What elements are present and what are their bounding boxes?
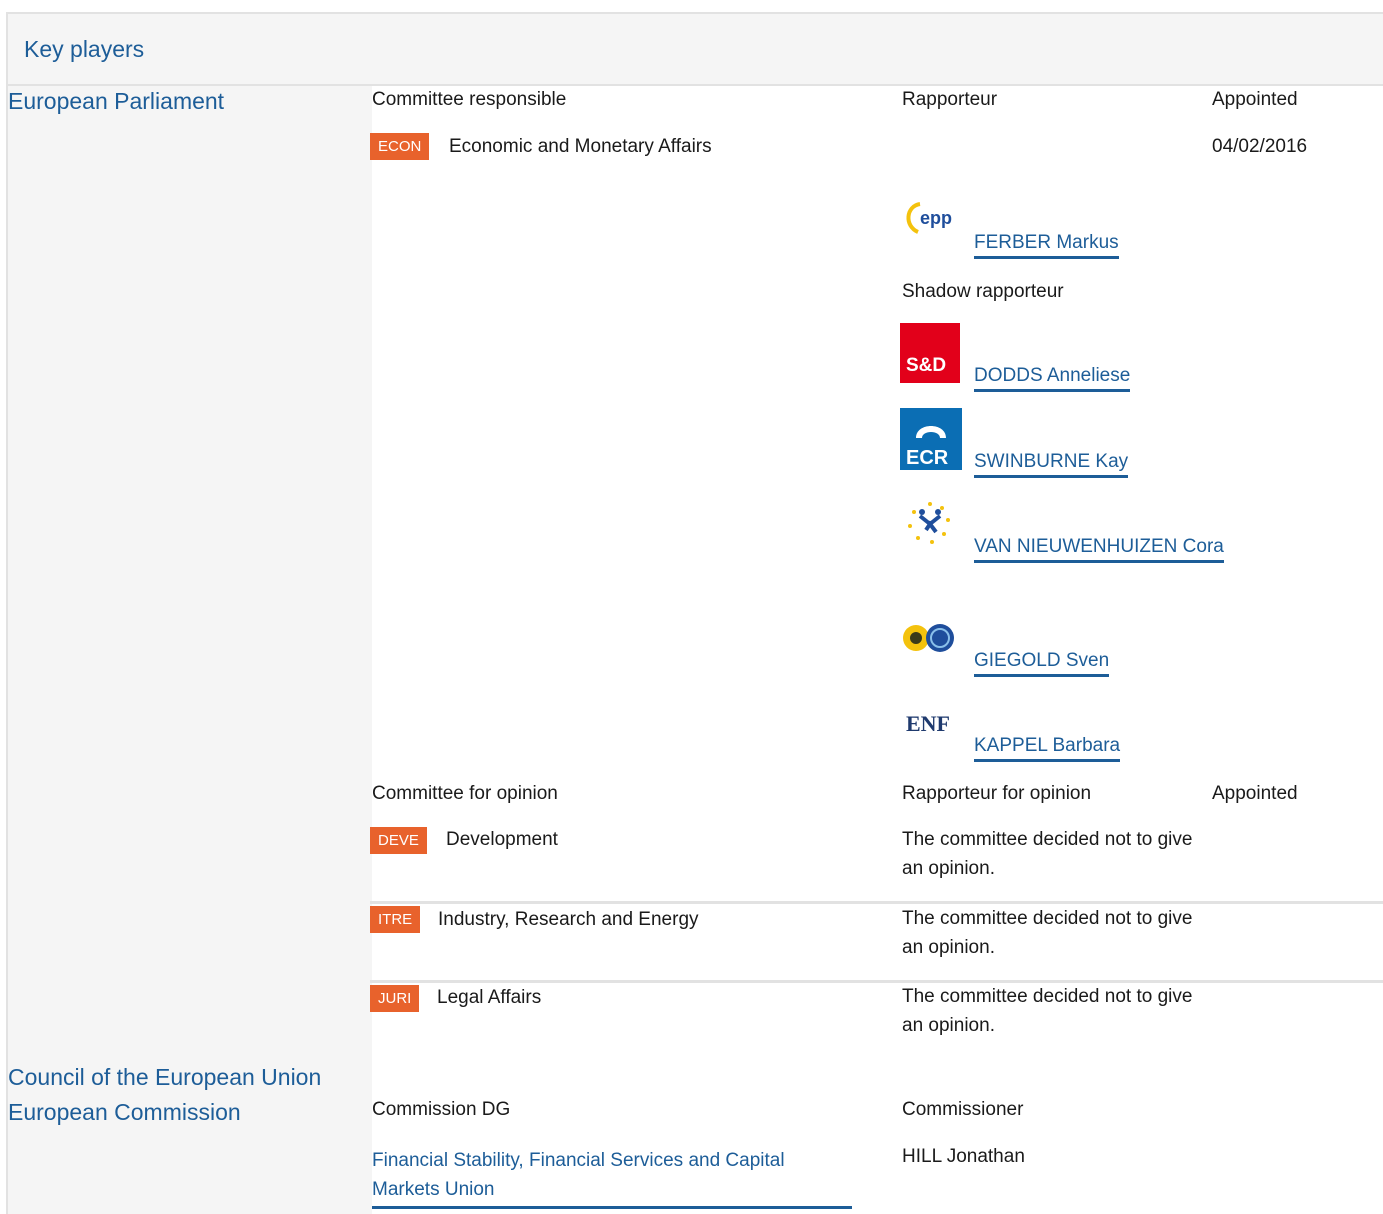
row-divider (370, 980, 1383, 983)
col-appointed-opinion: Appointed (1212, 783, 1298, 804)
shadow-rapporteur-link-swinburne[interactable]: SWINBURNE Kay (974, 451, 1129, 478)
commissioner-name: HILL Jonathan (902, 1146, 1025, 1167)
institution-parliament-link[interactable]: European Parliament (8, 88, 224, 115)
committee-badge-econ: ECON (370, 133, 430, 160)
alde-logo-icon (900, 494, 962, 556)
rapporteur-link[interactable]: FERBER Markus (974, 232, 1119, 259)
opinion-note-juri: The committee decided not to give an opi… (902, 986, 1193, 1036)
svg-text:ECR: ECR (906, 447, 949, 469)
col-appointed: Appointed (1212, 89, 1298, 110)
committee-name-econ: Economic and Monetary Affairs (449, 136, 712, 157)
committee-name-juri: Legal Affairs (437, 987, 542, 1008)
epp-logo-icon: epp (900, 192, 962, 254)
enf-logo-icon: ENF (900, 697, 962, 745)
shadow-rapporteur-link-vannieuwenhuizen[interactable]: VAN NIEUWENHUIZEN Cora (974, 536, 1224, 563)
svg-text:ENF: ENF (906, 711, 950, 736)
col-committee-responsible: Committee responsible (372, 89, 567, 110)
committee-name-itre: Industry, Research and Energy (438, 909, 699, 930)
svg-text:S&D: S&D (906, 355, 946, 376)
appointed-date: 04/02/2016 (1212, 136, 1308, 157)
col-rapporteur: Rapporteur (902, 89, 998, 110)
col-committee-opinion: Committee for opinion (372, 783, 558, 804)
committee-badge-deve: DEVE (370, 827, 427, 854)
col-commissioner: Commissioner (902, 1099, 1024, 1120)
committee-badge-itre: ITRE (370, 906, 421, 933)
shadow-rapporteur-link-giegold[interactable]: GIEGOLD Sven (974, 650, 1110, 677)
sd-logo-icon: S&D (900, 323, 960, 383)
row-divider (370, 901, 1383, 904)
details-column (372, 86, 1383, 1214)
institution-commission-link[interactable]: European Commission (8, 1099, 241, 1126)
opinion-note-itre: The committee decided not to give an opi… (902, 908, 1193, 958)
svg-text:epp: epp (920, 208, 952, 228)
panel-title: Key players (24, 36, 145, 62)
panel-header: Key players (8, 14, 1383, 86)
committee-badge-juri: JURI (370, 985, 420, 1012)
institution-council-link[interactable]: Council of the European Union (8, 1064, 321, 1091)
col-rapporteur-opinion: Rapporteur for opinion (902, 783, 1092, 804)
opinion-note-deve: The committee decided not to give an opi… (902, 829, 1193, 879)
shadow-rapporteur-link-dodds[interactable]: DODDS Anneliese (974, 365, 1131, 392)
commission-dg-link[interactable]: Financial Stability, Financial Services … (372, 1146, 852, 1209)
greens-logo-icon (900, 620, 962, 660)
shadow-rapporteur-link-kappel[interactable]: KAPPEL Barbara (974, 735, 1121, 762)
ecr-logo-icon: ECR (900, 408, 962, 470)
col-commission-dg: Commission DG (372, 1099, 511, 1120)
committee-name-deve: Development (446, 829, 558, 850)
institution-column (8, 86, 372, 1214)
shadow-rapporteur-label: Shadow rapporteur (902, 281, 1064, 302)
